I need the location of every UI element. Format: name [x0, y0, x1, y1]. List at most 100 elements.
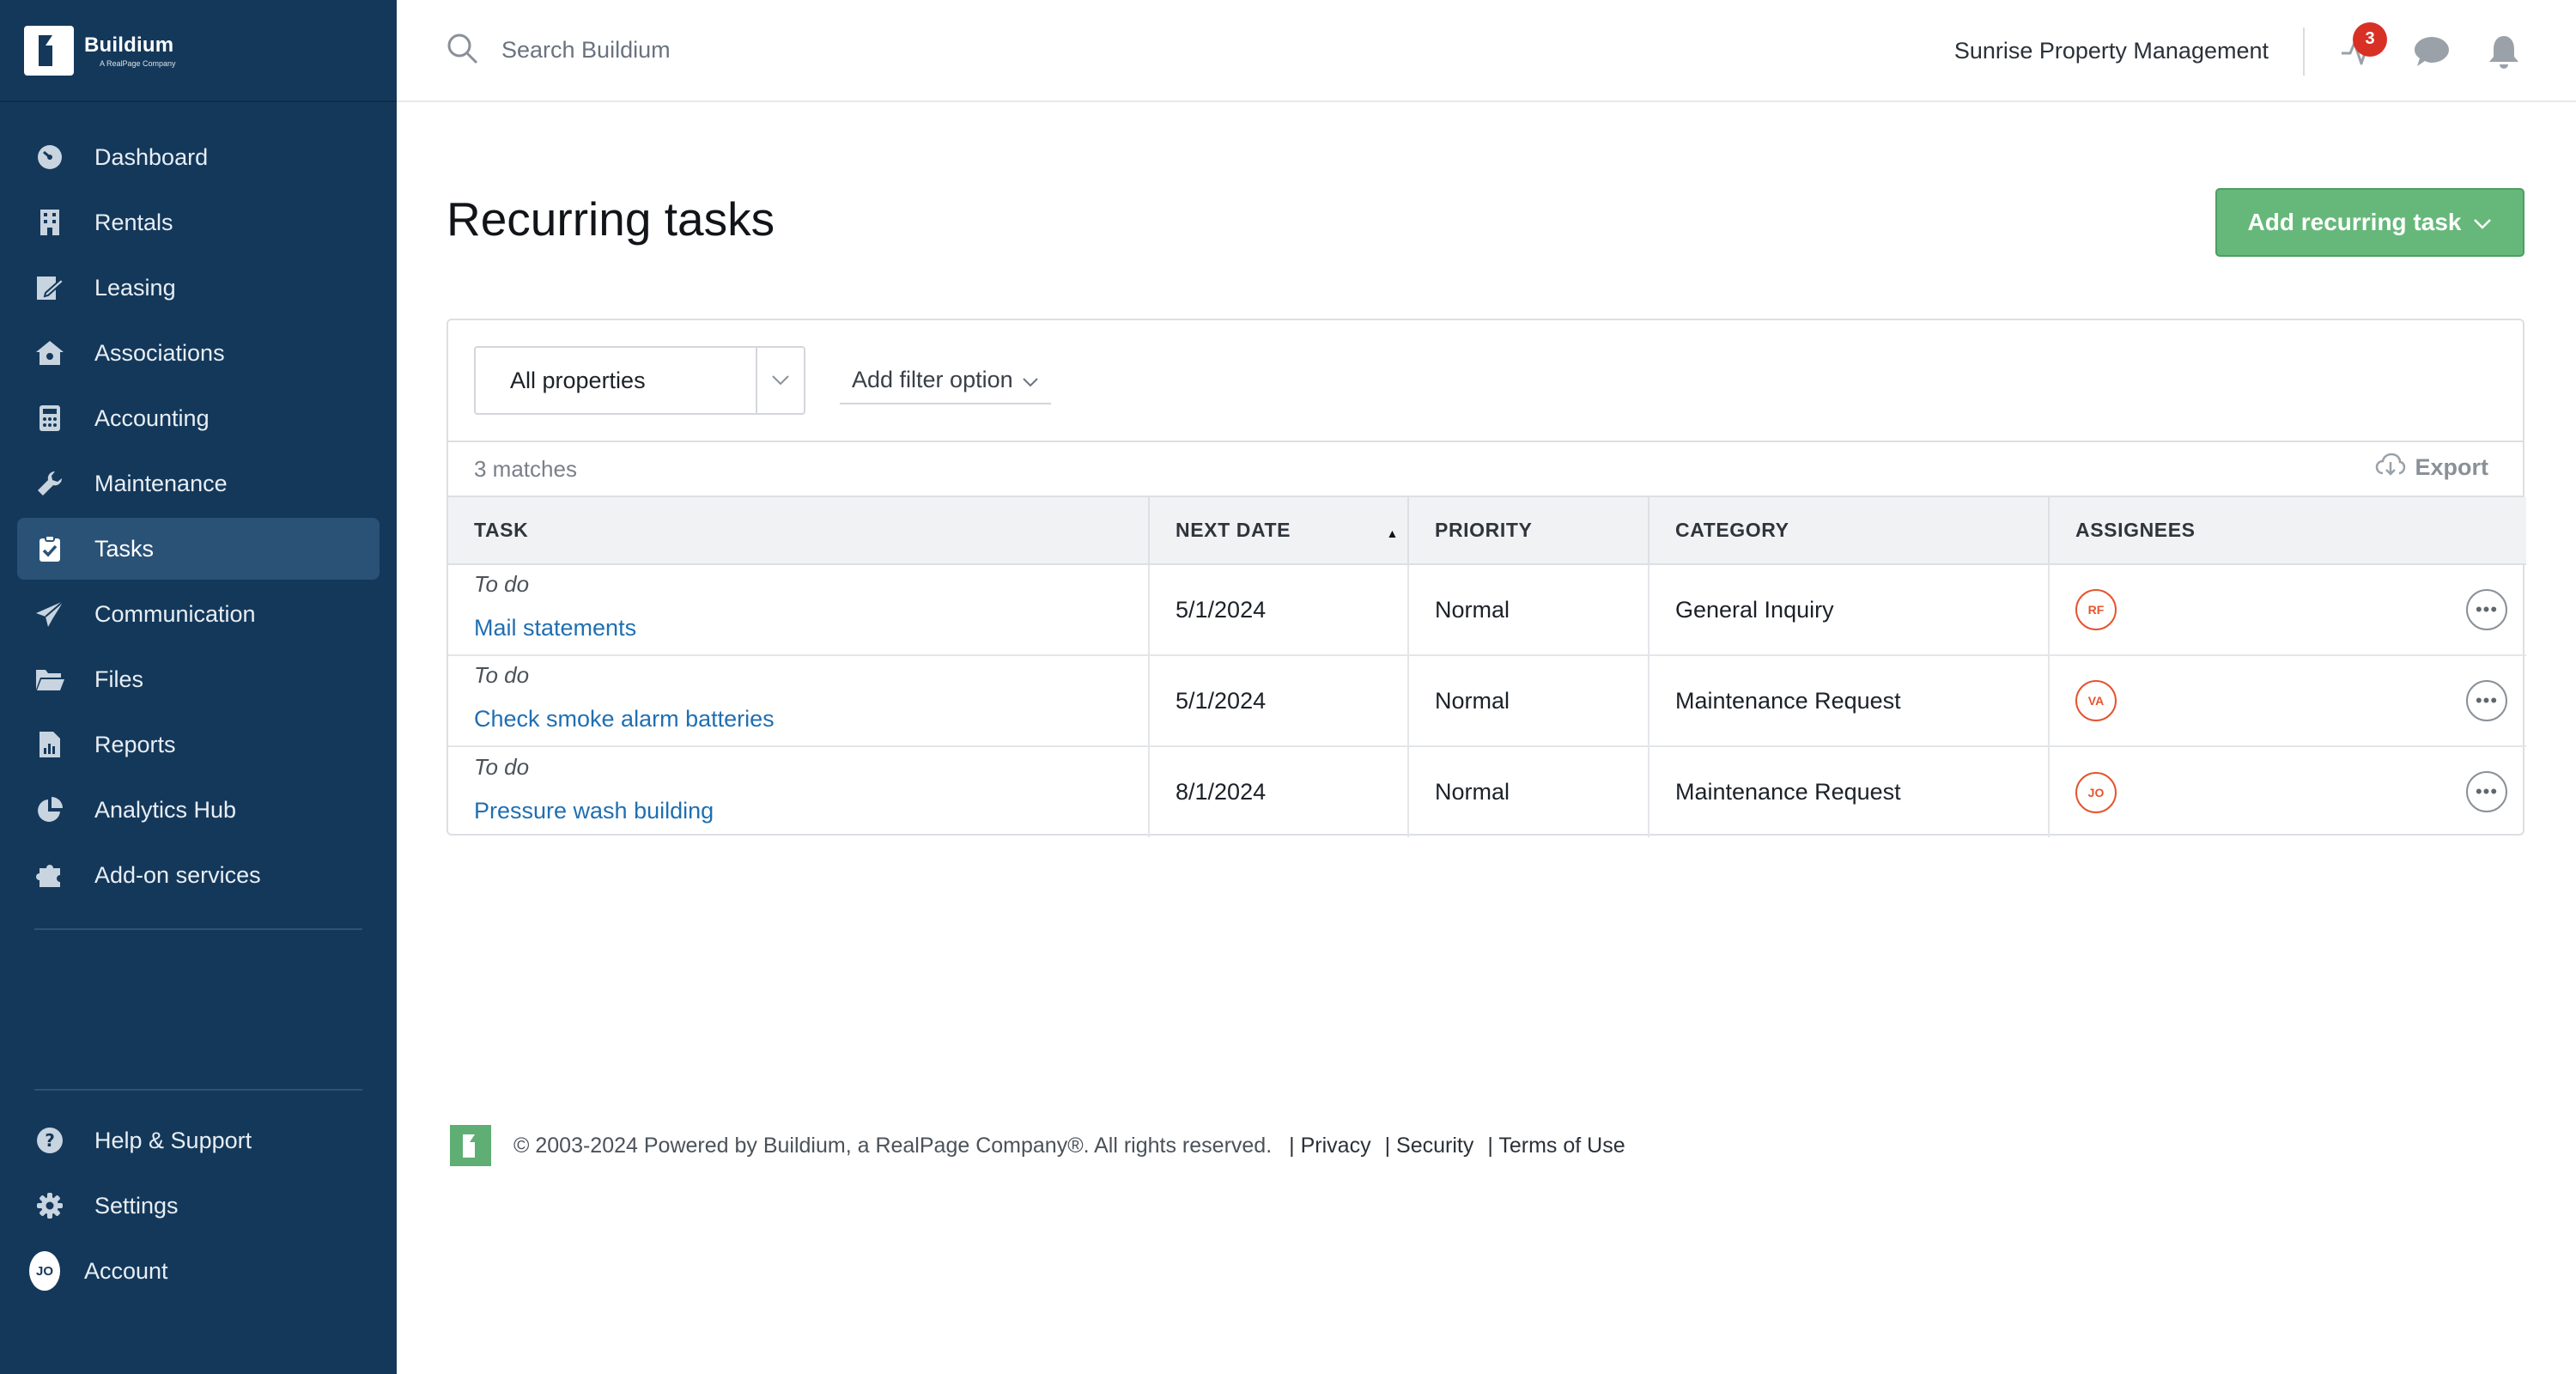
search-icon[interactable] — [445, 31, 479, 70]
activity-button[interactable]: 3 — [2336, 21, 2387, 76]
priority-cell: Normal — [1408, 746, 1649, 837]
sidebar-item-label: Tasks — [94, 535, 155, 562]
top-bar: Sunrise Property Management 3 — [397, 0, 2576, 102]
table-header-row: TASK NEXT DATE ▲ PRIORITY CATEGORY ASSIG… — [448, 497, 2526, 565]
sidebar: Buildium A RealPage Company Dashboard Re… — [0, 0, 397, 1374]
sidebar-item-accounting[interactable]: Accounting — [17, 387, 380, 449]
task-link[interactable]: Mail statements — [474, 615, 1148, 641]
account-avatar: JO — [29, 1251, 60, 1291]
assignee-avatar[interactable]: VA — [2075, 680, 2117, 721]
puzzle-icon — [34, 860, 65, 891]
sidebar-item-label: Maintenance — [94, 470, 228, 496]
messages-button[interactable] — [2408, 27, 2456, 76]
gear-icon — [34, 1190, 65, 1221]
export-button[interactable]: Export — [2375, 453, 2488, 483]
add-filter-label: Add filter option — [852, 366, 1013, 392]
avatar: JO — [29, 1251, 60, 1291]
add-filter-option[interactable]: Add filter option — [840, 356, 1051, 404]
table-row: To do Check smoke alarm batteries 5/1/20… — [448, 655, 2526, 747]
page-title: Recurring tasks — [447, 192, 775, 246]
building-icon — [34, 207, 65, 238]
sidebar-item-associations[interactable]: Associations — [17, 322, 380, 384]
footer-copyright: © 2003-2024 Powered by Buildium, a RealP… — [513, 1133, 1273, 1158]
column-header-task[interactable]: TASK — [448, 497, 1150, 565]
sidebar-item-label: Settings — [94, 1192, 179, 1219]
sidebar-divider — [34, 1089, 362, 1091]
column-header-category[interactable]: CATEGORY — [1649, 497, 2050, 565]
top-right-controls: Sunrise Property Management 3 — [1954, 0, 2576, 102]
security-link[interactable]: Security — [1385, 1134, 1473, 1158]
column-header-assignees[interactable]: ASSIGNEES — [2049, 497, 2526, 565]
assignees-cell: JO ••• — [2049, 746, 2526, 837]
brand-logo[interactable]: Buildium A RealPage Company — [0, 0, 397, 102]
search-input[interactable] — [501, 37, 1017, 64]
table-row: To do Mail statements 5/1/2024 Normal Ge… — [448, 564, 2526, 656]
sidebar-item-rentals[interactable]: Rentals — [17, 192, 380, 253]
assignee-avatar[interactable]: JO — [2075, 771, 2117, 813]
folder-icon — [34, 664, 65, 695]
chat-bubble-icon — [2415, 36, 2449, 66]
results-bar: 3 matches Export — [448, 442, 2523, 497]
terms-of-use-link[interactable]: Terms of Use — [1487, 1134, 1625, 1158]
sidebar-item-label: Dashboard — [94, 143, 209, 170]
sort-ascending-icon: ▲ — [1386, 526, 1399, 540]
category-cell: Maintenance Request — [1649, 746, 2050, 837]
task-status: To do — [474, 753, 530, 780]
sidebar-bottom: ? Help & Support Settings JO Account — [0, 1089, 397, 1305]
priority-cell: Normal — [1408, 564, 1649, 656]
bell-icon — [2489, 35, 2518, 69]
association-icon — [34, 337, 65, 368]
sidebar-item-communication[interactable]: Communication — [17, 583, 380, 645]
assignees-cell: RF ••• — [2049, 564, 2526, 656]
task-link[interactable]: Pressure wash building — [474, 798, 1148, 824]
sidebar-item-files[interactable]: Files — [17, 648, 380, 710]
more-options-button[interactable]: ••• — [2466, 680, 2507, 721]
task-status: To do — [474, 571, 530, 597]
sidebar-item-analytics-hub[interactable]: Analytics Hub — [17, 779, 380, 841]
sidebar-item-reports[interactable]: Reports — [17, 714, 380, 775]
notifications-button[interactable] — [2480, 27, 2528, 76]
task-cell: To do Check smoke alarm batteries — [448, 655, 1150, 747]
sidebar-item-settings[interactable]: Settings — [17, 1175, 380, 1237]
sidebar-item-dashboard[interactable]: Dashboard — [17, 126, 380, 188]
chevron-down-icon — [1022, 367, 1039, 393]
help-icon: ? — [34, 1125, 65, 1156]
privacy-link[interactable]: Privacy — [1289, 1134, 1371, 1158]
column-header-next-date[interactable]: NEXT DATE ▲ — [1149, 497, 1409, 565]
search-bar — [445, 31, 1017, 70]
export-label: Export — [2415, 454, 2488, 480]
sidebar-item-label: Communication — [94, 600, 256, 627]
sidebar-item-maintenance[interactable]: Maintenance — [17, 453, 380, 514]
report-icon — [34, 729, 65, 760]
sidebar-item-help[interactable]: ? Help & Support — [17, 1110, 380, 1171]
company-name[interactable]: Sunrise Property Management — [1954, 38, 2269, 64]
assignees-cell: VA ••• — [2049, 655, 2526, 747]
sidebar-item-label: Associations — [94, 339, 225, 366]
assignee-avatar[interactable]: RF — [2075, 589, 2117, 630]
chevron-down-icon[interactable] — [756, 348, 804, 413]
sidebar-item-tasks[interactable]: Tasks — [17, 518, 380, 580]
column-header-priority[interactable]: PRIORITY — [1408, 497, 1649, 565]
chevron-down-icon — [2473, 209, 2492, 236]
task-link[interactable]: Check smoke alarm batteries — [474, 706, 1148, 733]
task-status: To do — [474, 662, 530, 688]
sidebar-item-label: Rentals — [94, 209, 173, 235]
property-select[interactable]: All properties — [474, 346, 805, 415]
category-cell: Maintenance Request — [1649, 655, 2050, 747]
lease-icon — [34, 272, 65, 303]
sidebar-item-label: Account — [84, 1257, 168, 1284]
sidebar-item-label: Reports — [94, 731, 176, 757]
notification-badge: 3 — [2353, 21, 2387, 57]
priority-cell: Normal — [1408, 655, 1649, 747]
more-options-button[interactable]: ••• — [2466, 589, 2507, 630]
sidebar-item-leasing[interactable]: Leasing — [17, 257, 380, 319]
sidebar-item-account[interactable]: JO Account — [17, 1240, 380, 1302]
sidebar-item-label: Analytics Hub — [94, 796, 237, 823]
clipboard-check-icon — [34, 533, 65, 564]
property-select-value: All properties — [510, 367, 646, 393]
sidebar-item-add-on-services[interactable]: Add-on services — [17, 844, 380, 906]
more-options-button[interactable]: ••• — [2466, 771, 2507, 812]
sidebar-nav: Dashboard Rentals Leasing Associations A… — [0, 102, 397, 930]
sidebar-item-label: Files — [94, 666, 144, 692]
add-recurring-task-button[interactable]: Add recurring task — [2215, 188, 2524, 257]
